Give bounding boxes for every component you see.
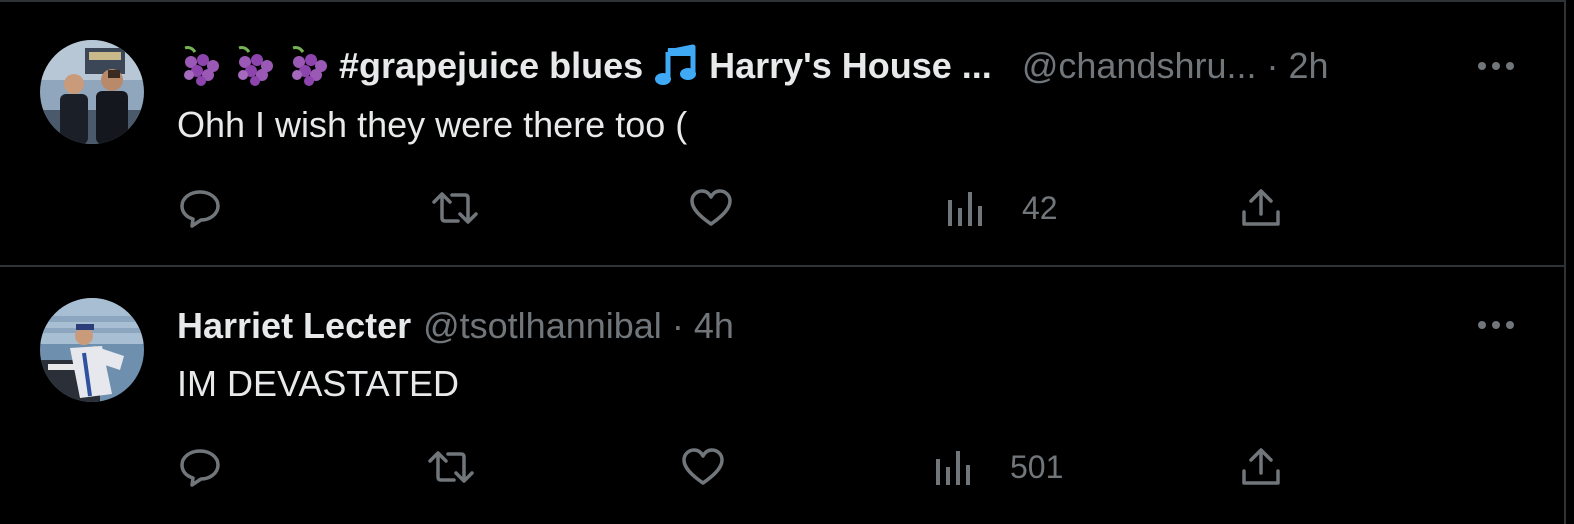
avatar[interactable] <box>40 40 144 144</box>
heart-icon <box>690 189 732 226</box>
retweet-icon <box>428 451 474 483</box>
more-options-icon[interactable] <box>1476 58 1516 74</box>
reply-button[interactable] <box>178 186 222 230</box>
views-count: 501 <box>1010 448 1064 485</box>
like-button[interactable] <box>680 445 726 489</box>
display-name-text: #grapejuice blues <box>339 45 644 86</box>
timestamp[interactable]: 2h <box>1288 44 1328 88</box>
timestamp[interactable]: 4h <box>694 304 734 348</box>
retweet-icon <box>432 192 478 224</box>
views-chart-icon <box>936 451 970 485</box>
retweet-button[interactable] <box>426 445 476 489</box>
avatar[interactable] <box>40 298 144 402</box>
grapes-icon <box>238 46 273 86</box>
tweet-text: Ohh I wish they were there too ( <box>177 104 688 145</box>
musical-note-icon <box>655 44 697 85</box>
tweet-header: Harriet Lecter @tsotlhannibal · 4h <box>177 304 734 348</box>
retweet-button[interactable] <box>430 186 480 230</box>
user-handle[interactable]: @tsotlhannibal <box>423 304 662 348</box>
heart-icon <box>682 448 724 485</box>
tweet-text: IM DEVASTATED <box>177 363 460 404</box>
views-count: 42 <box>1022 189 1058 226</box>
reply-icon <box>180 449 220 487</box>
display-name-suffix: Harry's House ... <box>709 45 992 86</box>
more-options-icon[interactable] <box>1476 317 1516 333</box>
reply-button[interactable] <box>178 445 222 489</box>
share-icon <box>1242 448 1280 485</box>
separator-dot: · <box>671 305 684 346</box>
display-name[interactable]: #grapejuice blues Harry's House ... <box>177 44 992 88</box>
like-button[interactable] <box>688 186 734 230</box>
views-button[interactable]: 42 <box>946 186 1058 230</box>
tweet[interactable]: Harriet Lecter @tsotlhannibal · 4h IM DE… <box>0 268 1564 523</box>
tweet-header: #grapejuice blues Harry's House ... @cha… <box>177 44 1329 88</box>
views-chart-icon <box>948 192 982 226</box>
user-handle[interactable]: @chandshru... <box>1022 44 1257 88</box>
grapes-icon <box>184 46 219 86</box>
share-button[interactable] <box>1240 445 1282 489</box>
separator-dot: · <box>1266 45 1279 86</box>
share-button[interactable] <box>1240 186 1282 230</box>
display-name[interactable]: Harriet Lecter <box>177 304 411 348</box>
reply-icon <box>180 190 220 228</box>
views-button[interactable]: 501 <box>934 445 1063 489</box>
grapes-icon <box>292 46 327 86</box>
share-icon <box>1242 189 1280 226</box>
tweet[interactable]: #grapejuice blues Harry's House ... @cha… <box>0 10 1564 265</box>
tweet-divider <box>0 265 1564 267</box>
